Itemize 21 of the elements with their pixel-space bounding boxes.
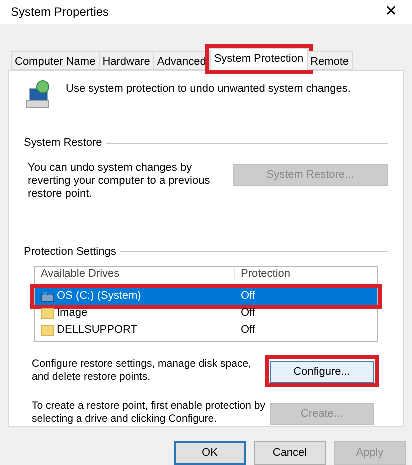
tab[interactable]: Hardware bbox=[98, 51, 154, 70]
drive-row[interactable]: Image Off bbox=[35, 305, 377, 322]
drive-row[interactable]: OS (C:) (System) Off bbox=[35, 288, 377, 305]
description-text: Configure restore settings, manage disk space, and delete restore points. bbox=[32, 358, 252, 384]
tab[interactable]: System Protection bbox=[210, 48, 308, 70]
drive-row[interactable]: DELLSUPPORT Off bbox=[35, 322, 377, 339]
dialog-button[interactable]: Cancel bbox=[254, 441, 326, 465]
group-heading: System Restore bbox=[24, 136, 102, 151]
dialog-button[interactable]: OK bbox=[174, 441, 246, 465]
group-heading: Protection Settings bbox=[24, 244, 116, 260]
column-header[interactable]: Available Drives bbox=[35, 267, 235, 281]
tab[interactable]: Computer Name bbox=[11, 51, 100, 70]
dialog-button[interactable]: Configure... bbox=[270, 361, 374, 384]
column-header[interactable]: Protection bbox=[235, 267, 291, 281]
close-button[interactable]: ✕ bbox=[385, 0, 398, 24]
description-text: To create a restore point, first enable protection by selecting a drive and clicking Configure. bbox=[32, 400, 266, 426]
tab[interactable]: Remote bbox=[306, 51, 354, 70]
tab[interactable]: Advanced bbox=[153, 51, 210, 70]
intro-text: Use system protection to undo unwanted system changes. bbox=[66, 82, 351, 97]
window-title: System Properties bbox=[11, 4, 110, 22]
description-text: You can undo system changes by reverting your computer to a previous restore point. bbox=[28, 162, 212, 200]
